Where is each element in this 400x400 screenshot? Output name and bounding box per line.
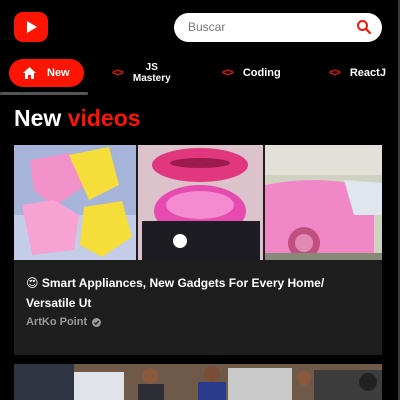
category-reactjs[interactable]: <> ReactJ bbox=[329, 59, 386, 87]
top-bar: Buscar bbox=[0, 0, 400, 55]
section-title-white: New bbox=[14, 105, 62, 131]
check-circle-icon bbox=[92, 317, 102, 327]
code-icon: <> bbox=[329, 67, 341, 79]
video-thumbnail[interactable] bbox=[14, 364, 382, 400]
category-new[interactable]: New bbox=[9, 59, 84, 87]
category-label: New bbox=[47, 67, 70, 79]
video-thumbnail[interactable] bbox=[14, 145, 382, 260]
code-icon: <> bbox=[222, 67, 234, 79]
emoji-icon: 😍 bbox=[26, 276, 39, 290]
channel-name: ArtKo Point bbox=[26, 316, 88, 328]
section-title-red: videos bbox=[67, 105, 141, 131]
category-js-mastery[interactable]: <> JS Mastery bbox=[112, 59, 171, 87]
category-coding[interactable]: <> Coding bbox=[222, 59, 281, 87]
section-title: New videos bbox=[14, 105, 141, 132]
video-card[interactable] bbox=[14, 364, 382, 400]
search-icon[interactable] bbox=[356, 19, 372, 35]
youtube-logo-icon[interactable] bbox=[14, 12, 48, 42]
channel-link[interactable]: ArtKo Point bbox=[26, 316, 102, 328]
search-bar[interactable]: Buscar bbox=[174, 13, 382, 42]
category-scrollbar[interactable] bbox=[0, 92, 88, 95]
category-label-line1: JS bbox=[145, 62, 158, 73]
category-label-line2: Mastery bbox=[132, 73, 171, 84]
search-input[interactable]: Buscar bbox=[188, 20, 225, 34]
home-icon bbox=[22, 66, 37, 80]
category-label: Coding bbox=[242, 67, 281, 79]
video-title[interactable]: 😍 Smart Appliances, New Gadgets For Ever… bbox=[26, 273, 366, 313]
video-title-text: Smart Appliances, New Gadgets For Every … bbox=[26, 276, 325, 310]
category-label: ReactJ bbox=[349, 67, 386, 79]
category-bar: New <> JS Mastery <> Coding <> ReactJ bbox=[0, 57, 400, 91]
code-icon: <> bbox=[112, 67, 124, 79]
video-card[interactable]: 😍 Smart Appliances, New Gadgets For Ever… bbox=[14, 145, 382, 355]
